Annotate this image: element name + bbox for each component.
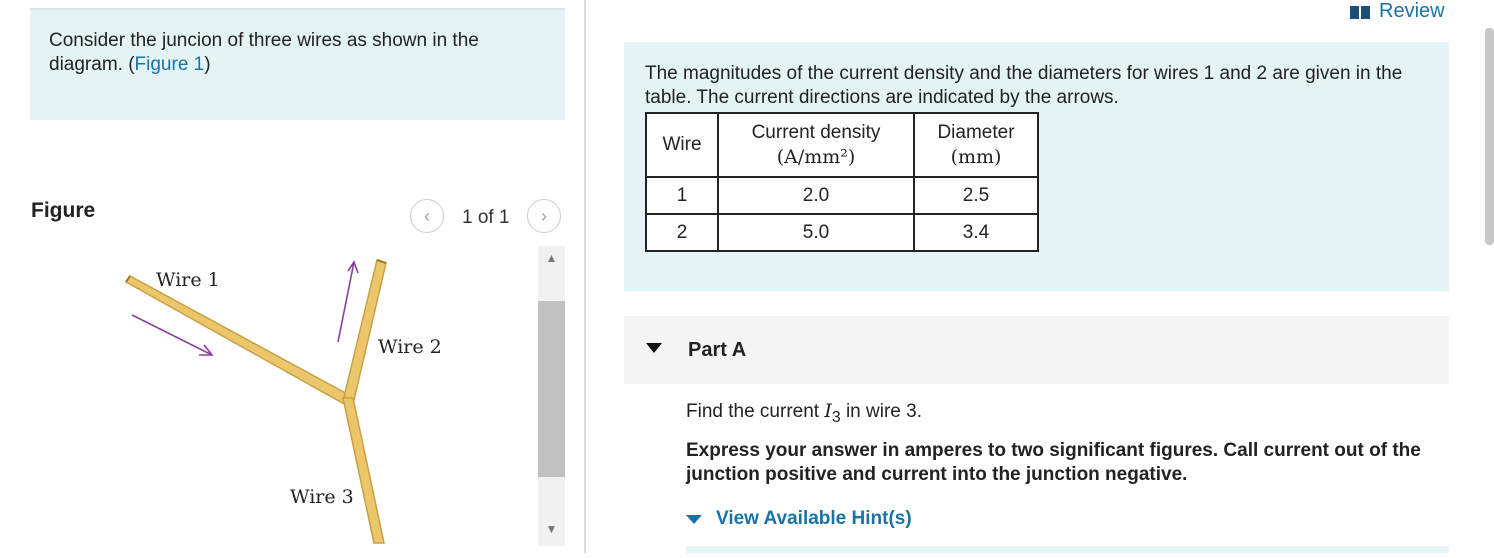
- collapse-caret-icon[interactable]: [646, 343, 662, 353]
- hint-caret-icon[interactable]: [686, 515, 702, 524]
- book-icon: [1350, 5, 1370, 19]
- question-prefix: Find the current: [686, 401, 825, 422]
- wire-2-arrow: [337, 261, 355, 343]
- view-hints-link[interactable]: View Available Hint(s): [716, 508, 912, 530]
- page-scrollbar-thumb[interactable]: [1485, 28, 1494, 245]
- header-diameter: Diameter (mm): [913, 112, 1039, 178]
- problem-context-text: The magnitudes of the current density an…: [645, 63, 1403, 108]
- question-variable-subscript: 3: [831, 408, 841, 426]
- part-a-title: Part A: [688, 339, 747, 361]
- chevron-right-icon: ›: [541, 205, 547, 226]
- cell-diameter: 3.4: [913, 213, 1039, 252]
- figure-page-indicator: 1 of 1: [462, 207, 510, 228]
- wire-data-table: Wire Current density (A/mm²) Diameter (m…: [645, 112, 1039, 252]
- panel-divider: [584, 0, 586, 553]
- next-figure-button[interactable]: ›: [527, 199, 561, 233]
- cell-diameter: 2.5: [913, 176, 1039, 215]
- chevron-left-icon: ‹: [424, 205, 430, 226]
- figure-link[interactable]: Figure 1: [135, 54, 205, 75]
- cell-wire: 1: [645, 176, 719, 215]
- intro-suffix: ): [204, 54, 211, 75]
- header-current-density-unit: (A/mm²): [776, 146, 856, 168]
- cell-wire: 2: [645, 213, 719, 252]
- cell-current-density: 5.0: [717, 213, 915, 252]
- header-current-density: Current density (A/mm²): [717, 112, 915, 178]
- figure-area: Wire 1 Wire 2 Wire 3: [30, 246, 565, 553]
- scroll-down-arrow-icon[interactable]: ▼: [538, 517, 565, 542]
- scroll-up-arrow-icon[interactable]: ▲: [538, 246, 565, 271]
- cell-current-density: 2.0: [717, 176, 915, 215]
- table-row: 2 5.0 3.4: [645, 213, 1039, 252]
- header-wire: Wire: [645, 112, 719, 178]
- table-header-row: Wire Current density (A/mm²) Diameter (m…: [645, 112, 1039, 178]
- wire-junction-diagram: Wire 1 Wire 2 Wire 3: [124, 259, 442, 544]
- figure-heading: Figure: [31, 199, 96, 222]
- header-diameter-title: Diameter: [937, 122, 1015, 143]
- wire-3-label: Wire 3: [290, 486, 354, 508]
- question-variable: I: [824, 400, 832, 422]
- question-suffix: in wire 3.: [840, 401, 922, 422]
- previous-figure-button[interactable]: ‹: [410, 199, 444, 233]
- part-a-header[interactable]: [624, 316, 1449, 384]
- answer-area-top: [686, 546, 1449, 553]
- wire-3-shape: [342, 397, 385, 544]
- review-label: Review: [1379, 0, 1445, 22]
- intro-prefix: Consider the juncion of three wires as s…: [49, 30, 479, 75]
- wire-2-label: Wire 2: [378, 336, 442, 358]
- figure-scrollbar-thumb[interactable]: [538, 301, 565, 477]
- table-row: 1 2.0 2.5: [645, 176, 1039, 215]
- question-text: Find the current I3 in wire 3.: [686, 400, 922, 427]
- wire-1-shape: [124, 275, 353, 407]
- header-current-density-title: Current density: [751, 122, 881, 143]
- intro-text: Consider the juncion of three wires as s…: [49, 29, 529, 77]
- answer-instructions: Express your answer in amperes to two si…: [686, 440, 1421, 485]
- header-diameter-unit: (mm): [950, 146, 1002, 168]
- review-link[interactable]: Review: [1349, 0, 1445, 23]
- wire-1-label: Wire 1: [156, 269, 220, 291]
